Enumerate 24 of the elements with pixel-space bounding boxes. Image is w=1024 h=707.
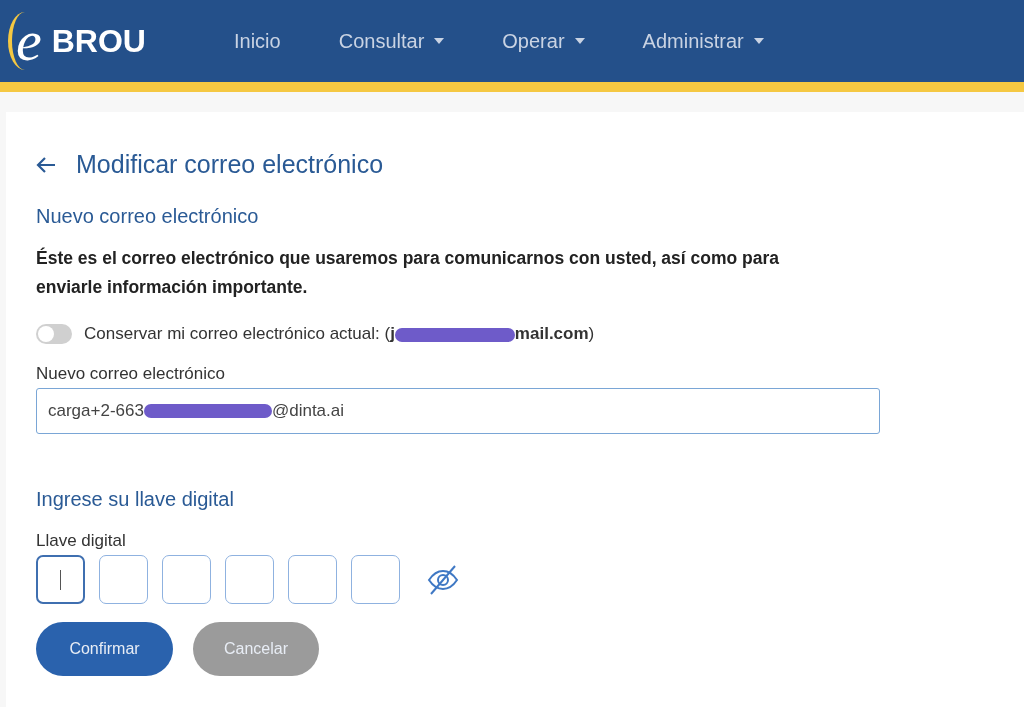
section-heading: Ingrese su llave digital: [36, 488, 235, 511]
digit-input-field[interactable]: [351, 555, 400, 604]
keep-email-toggle[interactable]: [36, 324, 72, 344]
email-input-field[interactable]: carga+2-663 @dinta.ai: [36, 388, 880, 434]
nav-link[interactable]: Inicio: [234, 29, 281, 53]
nav-link[interactable]: Administrar: [642, 29, 764, 53]
toggle-label: Conservar mi correo electrónico actual: (j: [84, 324, 395, 343]
logo-letter: e: [8, 12, 42, 70]
nav-link[interactable]: Consultar: [338, 29, 445, 53]
nav-link[interactable]: Operar: [502, 29, 585, 53]
digit-input-field[interactable]: [225, 555, 274, 604]
digit-input-field[interactable]: [36, 555, 85, 604]
back-arrow-icon[interactable]: [36, 155, 56, 174]
field-label: Llave digital: [36, 531, 127, 551]
digit-input-field[interactable]: [288, 555, 337, 604]
logo-text: BROU: [51, 22, 146, 60]
email-domain-text: mail.com): [514, 324, 595, 343]
description-text: Éste es el correo electrónico que usaremos para comunicarnos con usted, así como para enviarle información importante.: [36, 246, 781, 299]
confirm-button[interactable]: Confirmar: [36, 622, 173, 676]
page-title: Modificar correo electrónico: [76, 150, 384, 179]
section-heading: Nuevo correo electrónico: [36, 205, 260, 228]
digit-input-field[interactable]: [99, 555, 148, 604]
digit-input-field[interactable]: [162, 555, 211, 604]
field-label: Nuevo correo electrónico: [36, 364, 226, 384]
